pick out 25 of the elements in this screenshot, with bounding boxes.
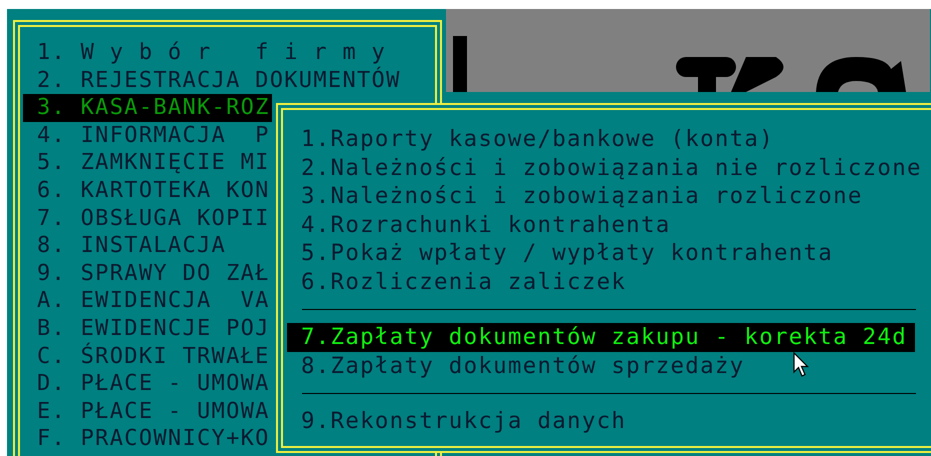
menu-item[interactable]: E. PŁACE - UMOWA [23, 398, 272, 426]
menu-item[interactable]: 4. INFORMACJA P [23, 122, 272, 150]
menu-item[interactable]: 1. W y b ó r f i r m y [23, 39, 388, 67]
menu-item[interactable]: 6. KARTOTEKA KON [23, 176, 272, 205]
submenu-item[interactable]: 1.Raporty kasowe/bankowe (konta) [287, 125, 782, 154]
submenu-item[interactable]: 7.Zapłaty dokumentów zakupu - korekta 24d [287, 323, 915, 352]
mouse-cursor-icon [793, 352, 809, 378]
submenu-item[interactable]: 9.Rekonstrukcja danych [287, 407, 634, 436]
menu-item[interactable]: D. PŁACE - UMOWA [23, 370, 272, 398]
submenu-item[interactable]: 3.Należności i zobowiązania rozliczone [287, 182, 871, 210]
menu-item[interactable]: 2. REJESTRACJA DOKUMENTÓW [23, 66, 403, 94]
menu-item[interactable]: 5. ZAMKNIĘCIE MI [23, 149, 272, 177]
submenu-item[interactable]: 5.Pokaż wpłaty / wypłaty kontrahenta [287, 239, 842, 268]
menu-item[interactable]: B. EWIDENCJE POJ [23, 314, 272, 343]
submenu-item[interactable]: 4.Rozrachunki kontrahenta [287, 210, 679, 239]
menu-item[interactable]: 3. KASA-BANK-ROZ [23, 94, 272, 122]
menu-item[interactable]: 9. SPRAWY DO ZAŁ [23, 260, 272, 288]
menu-item[interactable]: 8. INSTALACJA [23, 232, 228, 260]
submenu-item[interactable]: 2.Należności i zobowiązania nie rozliczone [287, 154, 930, 182]
submenu-item[interactable]: 6.Rozliczenia zaliczek [287, 268, 634, 296]
menu-item[interactable]: F. PRACOWNICY+KO [23, 425, 272, 453]
submenu-item[interactable]: 8.Zapłaty dokumentów sprzedaży [287, 352, 752, 380]
menu-item[interactable]: 7. OBSŁUGA KOPII [23, 204, 272, 232]
menu-item[interactable]: C. ŚRODKI TRWAŁE [23, 342, 272, 370]
menu-item[interactable]: A. EWIDENCJA VA [23, 287, 272, 315]
